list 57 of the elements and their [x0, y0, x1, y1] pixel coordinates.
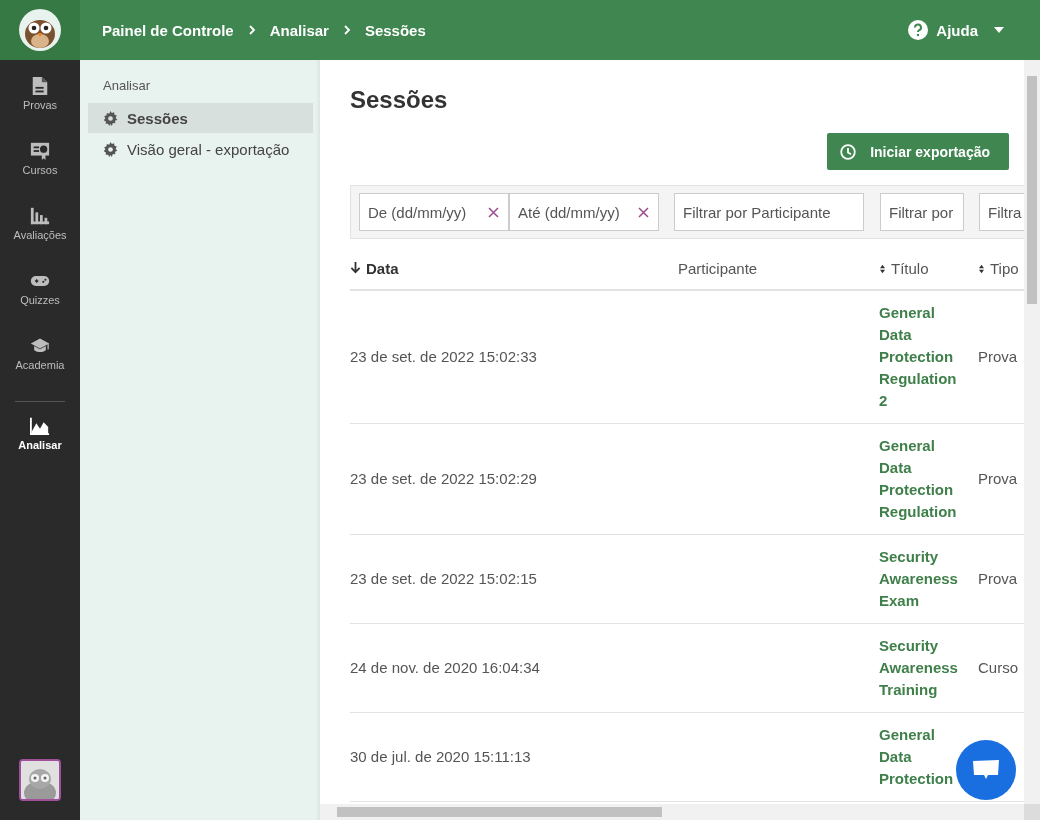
date-text: 23 de set. de 2022 15:02:29: [350, 470, 537, 487]
column-header: Participante: [678, 259, 758, 277]
nav-item[interactable]: Academia: [0, 336, 80, 401]
date-text: 30 de jul. de 2020 15:11:13: [350, 748, 531, 765]
date-text: 23 de set. de 2022 15:02:15: [350, 570, 537, 587]
help-menu[interactable]: Ajuda: [908, 20, 1004, 40]
column-header[interactable]: Título: [891, 259, 929, 277]
horizontal-scrollbar[interactable]: [320, 804, 1024, 820]
filter-field[interactable]: Filtra: [979, 193, 1024, 231]
filter-field[interactable]: Até (dd/mm/yy): [509, 193, 659, 231]
scrollbar-corner: [1024, 804, 1040, 820]
caret-icon: [994, 27, 1004, 33]
title-link[interactable]: General Data Protection: [879, 724, 954, 790]
nav-item[interactable]: Provas: [0, 76, 80, 141]
export-button[interactable]: Iniciar exportação: [827, 133, 1009, 170]
line-chart-icon: [30, 416, 50, 436]
filter-field[interactable]: Filtrar por: [880, 193, 964, 231]
breadcrumb-link[interactable]: Painel de Controle: [102, 21, 234, 39]
clear-icon[interactable]: [638, 207, 649, 218]
title-link[interactable]: Security Awareness Training: [879, 635, 958, 701]
title-link[interactable]: General Data Protection Regulation: [879, 435, 957, 523]
clear-icon[interactable]: [488, 207, 499, 218]
vertical-scrollbar[interactable]: [1024, 60, 1040, 804]
subnav-item[interactable]: Visão geral - exportação: [88, 134, 313, 164]
type-text: Curso: [978, 659, 1018, 676]
subnav-item[interactable]: Sessões: [88, 103, 313, 133]
avatar-icon[interactable]: [19, 759, 61, 801]
nav-item[interactable]: Analisar: [0, 416, 80, 481]
title-link[interactable]: Security Awareness Exam: [879, 546, 958, 612]
gear-icon: [103, 141, 118, 157]
filter-field[interactable]: Filtrar por Participante: [674, 193, 864, 231]
help-icon: [908, 20, 929, 40]
chat-button[interactable]: [956, 740, 1016, 800]
gear-icon: [103, 110, 118, 126]
nav-item[interactable]: Quizzes: [0, 271, 80, 336]
section-heading: Analisar: [102, 78, 151, 93]
type-text: Prova: [978, 470, 1018, 487]
clock-icon: [840, 143, 857, 160]
chevron-right-icon: [247, 25, 256, 35]
bar-chart-icon: [30, 206, 50, 226]
filter-field[interactable]: De (dd/mm/yy): [359, 193, 509, 231]
certificate-icon: [30, 141, 50, 161]
nav-item[interactable]: Cursos: [0, 141, 80, 206]
document-icon: [30, 76, 50, 96]
title-link[interactable]: General Data Protection Regulation 2: [879, 302, 957, 412]
owl-logo-icon[interactable]: [19, 9, 61, 51]
page-title: Sessões: [350, 85, 449, 115]
date-text: 24 de nov. de 2020 16:04:34: [350, 659, 540, 676]
date-text: 23 de set. de 2022 15:02:33: [350, 348, 537, 365]
type-text: Prova: [978, 570, 1018, 587]
breadcrumb-link[interactable]: Sessões: [364, 21, 426, 39]
column-header[interactable]: Tipo: [990, 259, 1019, 277]
chevron-right-icon: [342, 25, 351, 35]
column-header[interactable]: Data: [366, 259, 399, 277]
breadcrumb-link[interactable]: Analisar: [269, 21, 329, 39]
type-text: Prova: [978, 348, 1018, 365]
nav-item[interactable]: Avaliações: [0, 206, 80, 271]
